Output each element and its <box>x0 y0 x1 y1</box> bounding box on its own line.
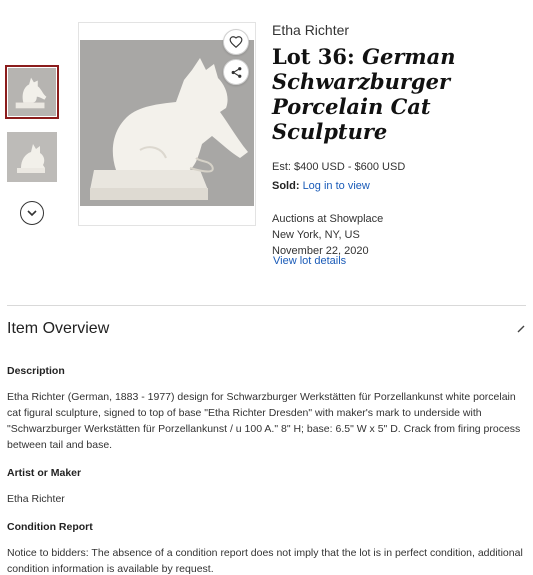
auction-house-link[interactable]: Auctions at Showplace <box>272 211 527 227</box>
condition-label: Condition Report <box>7 521 93 533</box>
item-details: Description Etha Richter (German, 1883 -… <box>7 363 529 575</box>
view-lot-details-link[interactable]: View lot details <box>273 255 346 267</box>
artist-name[interactable]: Etha Richter <box>272 22 527 38</box>
share-button[interactable] <box>223 59 249 85</box>
lot-info: Etha Richter Lot 36: German Schwarzburge… <box>272 22 527 259</box>
estimate: Est: $400 USD - $600 USD <box>272 161 406 173</box>
description-text: Etha Richter (German, 1883 - 1977) desig… <box>7 391 521 451</box>
favorite-button[interactable] <box>223 29 249 55</box>
thumbnail-strip <box>5 65 59 197</box>
item-overview-title: Item Overview <box>7 320 110 337</box>
artist-value: Etha Richter <box>7 493 65 505</box>
lot-number: Lot 36: <box>272 44 363 69</box>
item-overview-header[interactable]: Item Overview <box>7 320 527 338</box>
description-label: Description <box>7 365 65 377</box>
section-divider <box>7 305 526 306</box>
artist-label: Artist or Maker <box>7 467 82 479</box>
heart-icon <box>229 36 243 49</box>
auction-info: Auctions at Showplace New York, NY, US N… <box>272 211 527 259</box>
thumbnail-scroll-down-button[interactable] <box>20 201 44 225</box>
cat-sculpture-thumbnail-image <box>8 68 56 116</box>
chevron-down-icon <box>27 210 37 217</box>
thumbnail-1[interactable] <box>5 65 59 119</box>
lot-title: Lot 36: German Schwarzburger Porcelain C… <box>272 44 527 144</box>
share-icon <box>231 66 241 78</box>
collapse-icon[interactable] <box>515 323 527 335</box>
login-to-view-link[interactable]: Log in to view <box>303 180 370 192</box>
condition-text: Notice to bidders: The absence of a cond… <box>7 547 523 575</box>
sold-row: Sold: Log in to view <box>272 180 527 192</box>
cat-sculpture-thumbnail-image <box>7 132 57 182</box>
sold-label: Sold: <box>272 180 300 192</box>
thumbnail-2[interactable] <box>7 132 57 182</box>
auction-location: New York, NY, US <box>272 229 360 241</box>
